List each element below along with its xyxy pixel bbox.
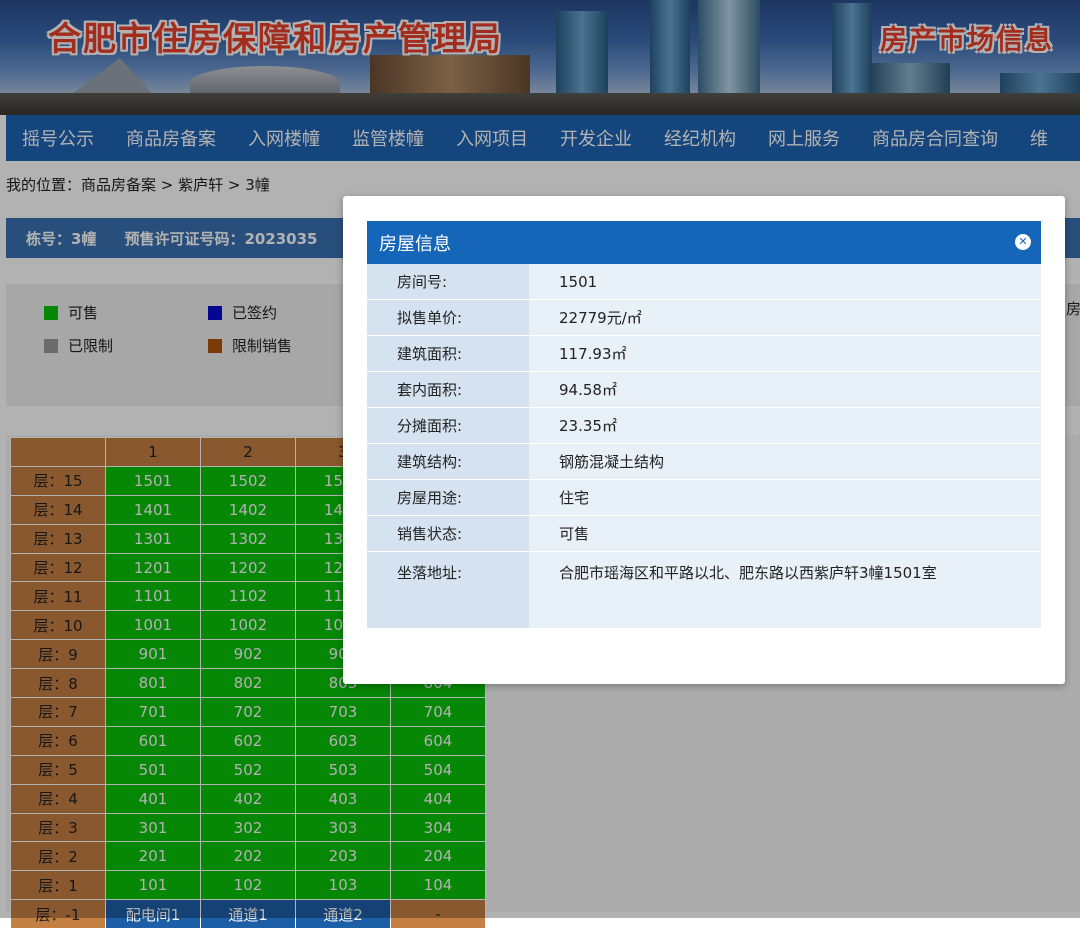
info-value: 钢筋混凝土结构 <box>529 443 1041 480</box>
house-info-table: 房间号: 1501 拟售单价: 22779元/㎡ 建筑面积: 117.93㎡ 套内面积: 94… <box>367 264 1041 629</box>
info-label: 销售状态: <box>367 515 529 552</box>
info-row: 建筑面积: 117.93㎡ <box>367 335 1041 372</box>
modal-title: 房屋信息 <box>379 233 451 255</box>
info-label: 建筑面积: <box>367 335 529 372</box>
info-label: 建筑结构: <box>367 443 529 480</box>
info-label: 分摊面积: <box>367 407 529 444</box>
info-row: 坐落地址: 合肥市瑶海区和平路以北、肥东路以西紫庐轩3幢1501室 <box>367 551 1041 629</box>
info-value: 1501 <box>529 264 1041 300</box>
info-label: 套内面积: <box>367 371 529 408</box>
modal-header: 房屋信息 ✕ <box>367 221 1041 264</box>
info-row: 房间号: 1501 <box>367 264 1041 300</box>
info-label: 坐落地址: <box>367 551 529 629</box>
info-value: 可售 <box>529 515 1041 552</box>
info-row: 分摊面积: 23.35㎡ <box>367 407 1041 444</box>
close-icon[interactable]: ✕ <box>1015 234 1031 250</box>
info-value: 22779元/㎡ <box>529 299 1041 336</box>
info-row: 房屋用途: 住宅 <box>367 479 1041 516</box>
info-row: 套内面积: 94.58㎡ <box>367 371 1041 408</box>
info-label: 房屋用途: <box>367 479 529 516</box>
info-value: 94.58㎡ <box>529 371 1041 408</box>
info-row: 建筑结构: 钢筋混凝土结构 <box>367 443 1041 480</box>
info-row: 销售状态: 可售 <box>367 515 1041 552</box>
info-label: 房间号: <box>367 264 529 300</box>
info-row: 拟售单价: 22779元/㎡ <box>367 299 1041 336</box>
info-value: 合肥市瑶海区和平路以北、肥东路以西紫庐轩3幢1501室 <box>529 551 1041 629</box>
info-value: 117.93㎡ <box>529 335 1041 372</box>
info-value: 住宅 <box>529 479 1041 516</box>
info-label: 拟售单价: <box>367 299 529 336</box>
info-value: 23.35㎡ <box>529 407 1041 444</box>
house-info-modal: 房屋信息 ✕ 房间号: 1501 拟售单价: 22779元/㎡ 建筑面积: 117.93㎡… <box>343 196 1065 684</box>
